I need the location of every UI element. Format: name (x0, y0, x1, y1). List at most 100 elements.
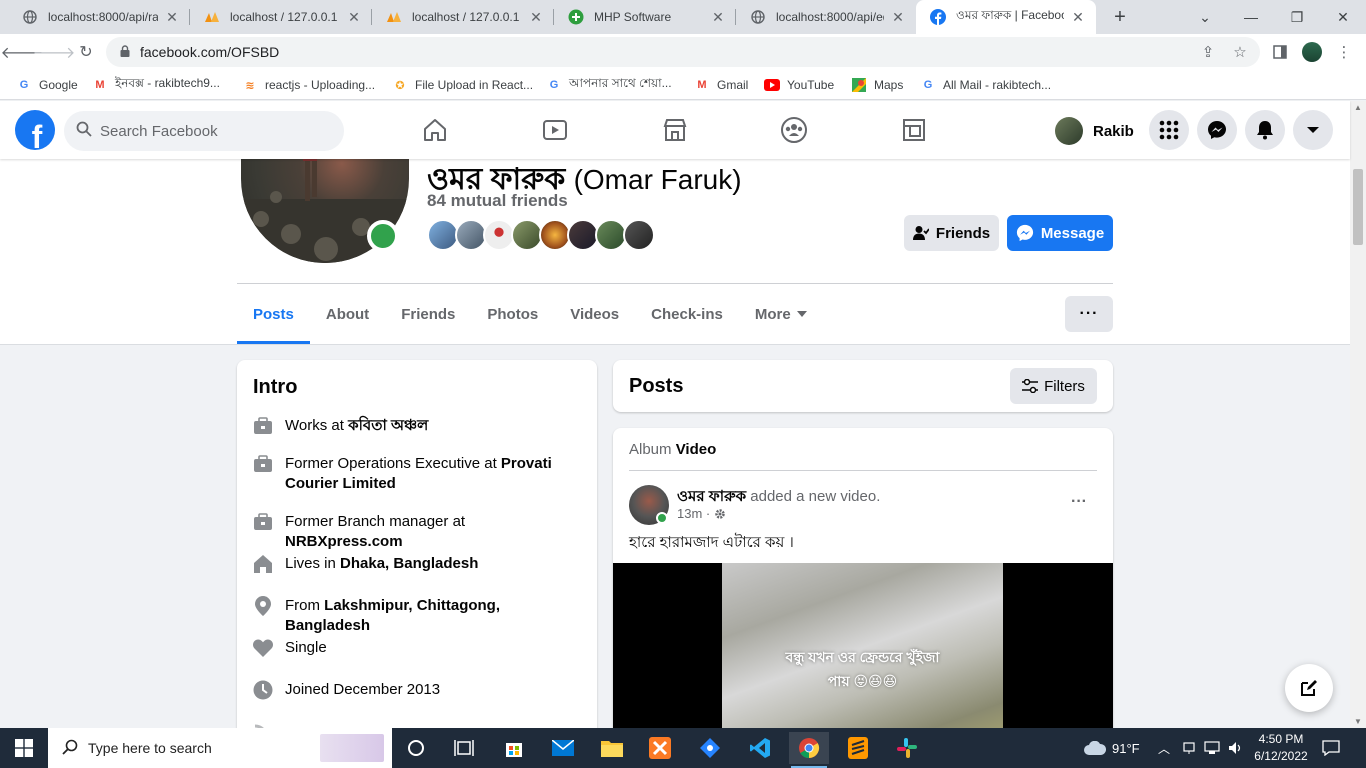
new-message-button[interactable] (1285, 664, 1333, 712)
xampp-icon[interactable] (640, 732, 680, 764)
intro-row: Former Branch manager at NRBXpress.com (253, 512, 583, 552)
file-explorer-icon[interactable] (592, 732, 632, 764)
profile-avatar-icon[interactable] (1298, 38, 1326, 66)
tab-posts[interactable]: Posts (237, 284, 310, 344)
tab-videos[interactable]: Videos (554, 284, 635, 344)
bookmark-item[interactable]: Maps (851, 76, 903, 94)
gaming-nav-icon[interactable] (899, 115, 929, 145)
tab-photos[interactable]: Photos (471, 284, 554, 344)
star-icon[interactable]: ☆ (1226, 38, 1254, 66)
video-player[interactable]: বন্ধু যখন ওর ফ্রেন্ডরে খুঁইজা পায় 😝😆😆 (613, 563, 1113, 748)
forward-arrow-icon[interactable]: 🡒 (33, 38, 76, 66)
new-tab-button[interactable]: + (1108, 5, 1132, 29)
weather-widget[interactable]: 91°F (1084, 728, 1140, 768)
groups-nav-icon[interactable] (779, 115, 809, 145)
store-icon[interactable] (494, 732, 534, 764)
browser-tab[interactable]: MHP Software ✕ (554, 0, 736, 34)
bookmark-item[interactable]: YouTube (764, 76, 834, 94)
bookmark-item[interactable]: G আপনার সাথে শেয়া... (546, 76, 672, 94)
messenger-button[interactable] (1197, 110, 1237, 150)
home-nav-icon[interactable] (420, 115, 450, 145)
location-link[interactable]: Dhaka, Bangladesh (340, 555, 478, 572)
mutual-friends-count[interactable]: 84 mutual friends (427, 191, 568, 211)
close-window-button[interactable]: ✕ (1320, 0, 1366, 34)
bookmark-item[interactable]: G All Mail - rakibtech... (920, 76, 1051, 94)
slack-icon[interactable] (887, 732, 927, 764)
filters-button[interactable]: Filters (1010, 368, 1097, 404)
friends-button[interactable]: Friends (904, 215, 999, 251)
scroll-up-icon[interactable]: ▲ (1354, 103, 1362, 112)
show-hidden-icons[interactable]: ︿ (1158, 728, 1170, 768)
close-icon[interactable]: ✕ (528, 9, 544, 25)
volume-icon[interactable] (1228, 728, 1244, 768)
message-button[interactable]: Message (1007, 215, 1113, 251)
marketplace-nav-icon[interactable] (660, 115, 690, 145)
browser-tab[interactable]: localhost / 127.0.0.1 / ✕ (372, 0, 554, 34)
workplace-link[interactable]: NRBXpress.com (285, 533, 403, 550)
notifications-button[interactable] (1245, 110, 1285, 150)
sublime-text-icon[interactable] (838, 732, 878, 764)
page-scrollbar[interactable]: ▲ ▼ (1350, 101, 1366, 728)
browser-tab[interactable]: localhost:8000/api/ed ✕ (736, 0, 916, 34)
bookmark-item[interactable]: ≋ reactjs - Uploading... (242, 76, 375, 94)
minimize-button[interactable]: — (1228, 0, 1274, 34)
browser-tab[interactable]: localhost / 127.0.0.1 / ✕ (190, 0, 372, 34)
close-icon[interactable]: ✕ (890, 9, 906, 25)
bookmark-item[interactable]: M Gmail (694, 76, 748, 94)
profile-more-button[interactable]: ··· (1065, 296, 1113, 332)
taskbar-search-input[interactable]: Type here to search (48, 728, 392, 768)
windows-start-button[interactable] (0, 728, 48, 768)
account-menu-button[interactable] (1293, 110, 1333, 150)
workplace-link[interactable]: কবিতা অঞ্চল (348, 417, 428, 434)
album-type-link[interactable]: Video (676, 441, 717, 458)
system-clock[interactable]: 4:50 PM 6/12/2022 (1246, 731, 1316, 765)
vscode-icon[interactable] (740, 732, 780, 764)
bookmark-item[interactable]: ✪ File Upload in React... (392, 76, 533, 94)
sourcetree-icon[interactable] (690, 732, 730, 764)
scroll-down-icon[interactable]: ▼ (1354, 717, 1362, 726)
task-view-icon[interactable] (444, 732, 484, 764)
close-icon[interactable]: ✕ (164, 9, 180, 25)
watch-nav-icon[interactable] (540, 115, 570, 145)
tab-friends[interactable]: Friends (385, 284, 471, 344)
bookmark-item[interactable]: M ইনবক্স - rakibtech9... (92, 76, 220, 94)
tab-more[interactable]: More (739, 284, 823, 344)
cortana-icon[interactable] (396, 732, 436, 764)
close-icon[interactable]: ✕ (710, 9, 726, 25)
share-icon[interactable]: ⇪ (1194, 38, 1222, 66)
facebook-logo-icon[interactable]: f (15, 110, 55, 150)
mail-icon[interactable] (543, 732, 583, 764)
tab-checkins[interactable]: Check-ins (635, 284, 739, 344)
post-options-button[interactable]: ··· (1061, 488, 1097, 516)
user-profile-chip[interactable]: Rakib (1055, 114, 1134, 148)
ethernet-icon[interactable] (1204, 728, 1220, 768)
menu-grid-button[interactable] (1149, 110, 1189, 150)
avatar[interactable] (623, 219, 655, 251)
reload-icon[interactable]: ↻ (72, 38, 100, 66)
network-icon[interactable] (1182, 728, 1196, 768)
kebab-menu-icon[interactable]: ⋮ (1330, 38, 1358, 66)
post-author-link[interactable]: ওমর ফারুক (677, 488, 746, 505)
close-icon[interactable]: ✕ (1070, 9, 1086, 25)
maximize-button[interactable]: ❐ (1274, 0, 1320, 34)
post-timestamp[interactable]: 13m · (677, 506, 726, 521)
address-bar[interactable]: facebook.com/OFSBD (106, 37, 1260, 67)
browser-tab[interactable]: localhost:8000/api/rac ✕ (8, 0, 190, 34)
video-caption: বন্ধু যখন ওর ফ্রেন্ডরে খুঁইজা পায় 😝😆😆 (785, 649, 940, 689)
messenger-icon (1208, 121, 1226, 139)
bookmark-item[interactable]: G Google (16, 76, 78, 94)
scrollbar-thumb[interactable] (1353, 169, 1363, 245)
chrome-icon[interactable] (789, 732, 829, 768)
plus-circle-icon (568, 9, 584, 25)
tab-search-icon[interactable]: ⌄ (1182, 0, 1228, 34)
notification-center-icon[interactable] (1322, 728, 1340, 768)
side-panel-icon[interactable] (1266, 38, 1294, 66)
briefcase-icon (253, 416, 273, 436)
close-icon[interactable]: ✕ (346, 9, 362, 25)
browser-tab-active[interactable]: ওমর ফারুক | Faceboo ✕ (916, 0, 1096, 34)
search-input[interactable]: Search Facebook (64, 111, 344, 151)
tab-about[interactable]: About (310, 284, 385, 344)
online-status-badge (367, 220, 399, 252)
profile-header: ওমর ফারুক (Omar Faruk) 84 mutual friends… (0, 139, 1350, 345)
gmail-icon: M (95, 79, 105, 91)
